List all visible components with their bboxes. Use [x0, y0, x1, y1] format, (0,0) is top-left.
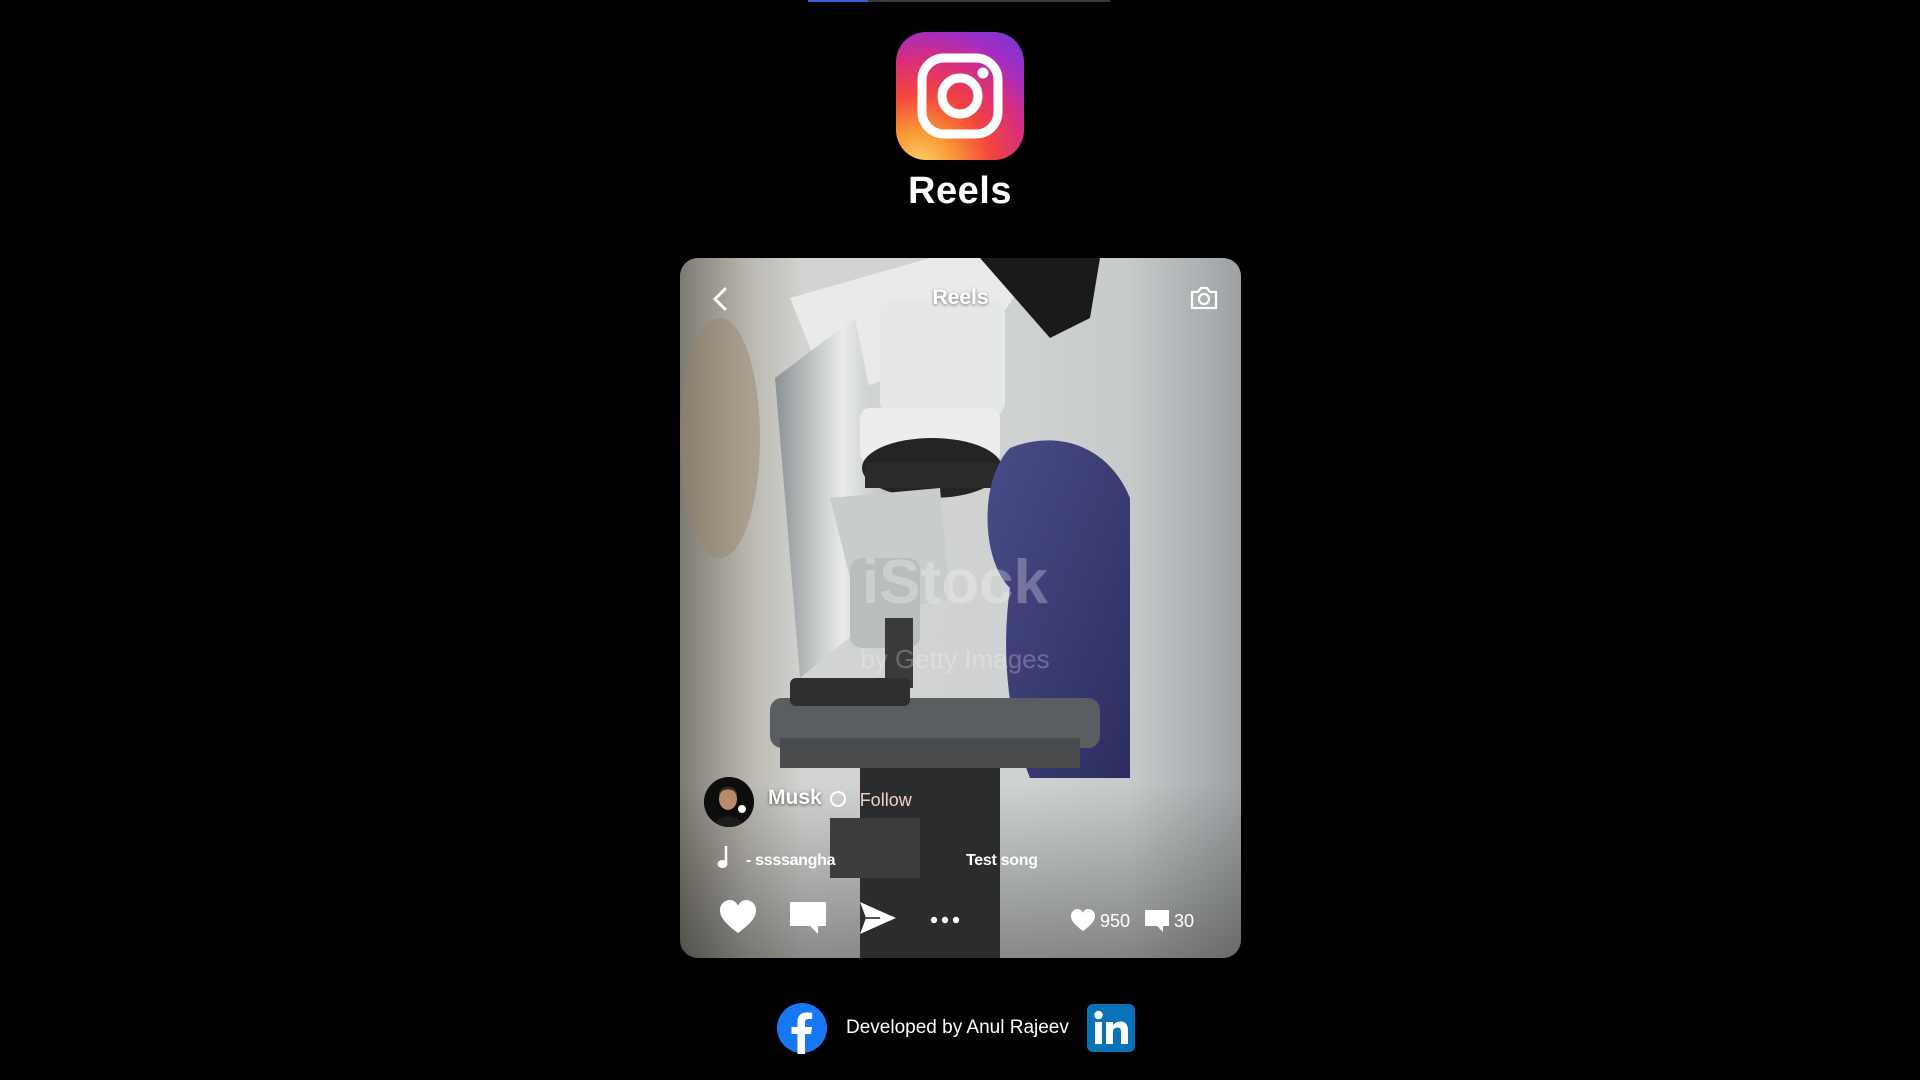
- like-button[interactable]: [718, 898, 758, 938]
- music-note-icon: [717, 846, 728, 868]
- reel-header: Reels: [680, 258, 1241, 338]
- like-count: 950: [1100, 910, 1131, 931]
- linkedin-icon[interactable]: [1086, 1004, 1135, 1052]
- heart-icon: [1071, 909, 1095, 931]
- page-title: Reels: [908, 170, 1012, 212]
- comment-icon: [1145, 910, 1170, 932]
- music-info: - ssssangha Test song: [716, 844, 1216, 874]
- reel-stats: 950 30: [1070, 906, 1208, 936]
- music-artist[interactable]: - ssssangha: [746, 852, 835, 870]
- verified-icon: [829, 791, 846, 807]
- reel-card[interactable]: iStock by Getty Images Reels Musk Follow: [680, 258, 1241, 958]
- music-song[interactable]: Test song: [966, 852, 1038, 870]
- heart-icon: [720, 900, 756, 933]
- reel-title: Reels: [932, 286, 989, 309]
- send-icon: [860, 902, 896, 934]
- instagram-logo-icon: [896, 32, 1024, 160]
- comment-button[interactable]: [788, 898, 828, 938]
- reel-actions: [718, 898, 962, 938]
- username[interactable]: Musk: [768, 786, 822, 810]
- more-icon[interactable]: [928, 898, 962, 938]
- comment-count: 30: [1174, 910, 1195, 931]
- avatar-icon[interactable]: [704, 777, 754, 827]
- camera-icon[interactable]: [1189, 284, 1219, 312]
- footer: Developed by Anul Rajeev: [776, 1000, 1135, 1056]
- comment-icon: [790, 902, 826, 934]
- reel-user: Musk Follow: [704, 776, 912, 828]
- developer-credit: Developed by Anul Rajeev: [846, 1017, 1069, 1038]
- follow-button[interactable]: Follow: [860, 790, 912, 811]
- top-progress-bar: [808, 0, 1110, 2]
- share-button[interactable]: [858, 898, 898, 938]
- svg-text:by Getty Images: by Getty Images: [860, 644, 1049, 674]
- facebook-icon[interactable]: [776, 1002, 828, 1054]
- svg-text:iStock: iStock: [862, 548, 1049, 617]
- top-progress-fill: [808, 0, 869, 2]
